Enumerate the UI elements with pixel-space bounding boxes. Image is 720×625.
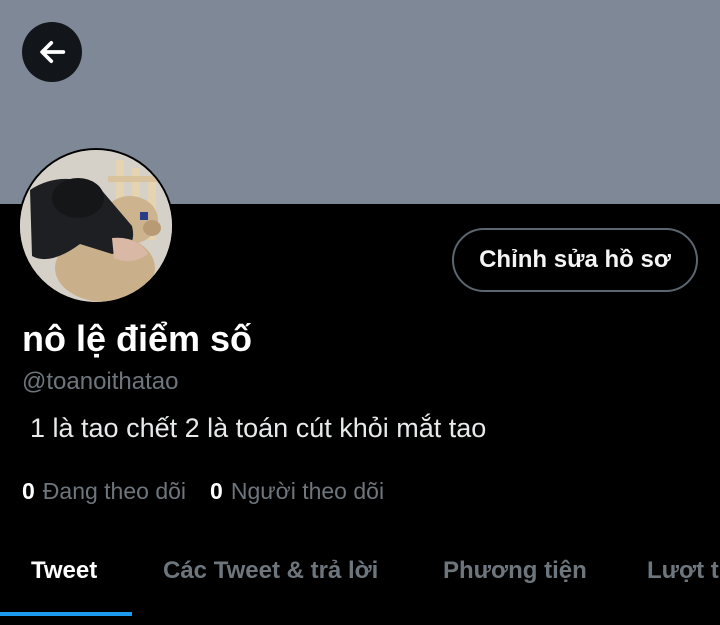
profile-bio: 1 là tao chết 2 là toán cút khỏi mắt tao <box>30 413 487 443</box>
tab-tweets[interactable]: Tweet <box>31 557 97 585</box>
profile-page: Chỉnh sửa hồ sơ nô lệ điểm số @toanoitha… <box>0 0 720 625</box>
tab-media[interactable]: Phương tiện <box>443 557 587 585</box>
following-label: Đang theo dõi <box>42 478 187 504</box>
profile-tabs: Tweet Các Tweet & trả lời Phương tiện Lư… <box>0 540 720 625</box>
tab-tweets-and-replies[interactable]: Các Tweet & trả lời <box>163 557 378 585</box>
following-count: 0 <box>22 478 35 504</box>
avatar[interactable] <box>18 148 174 304</box>
follow-stats: 0 Đang theo dõi 0 Người theo dõi <box>22 478 384 505</box>
active-tab-indicator <box>0 612 132 616</box>
profile-handle: @toanoithatao <box>22 368 179 395</box>
followers-count: 0 <box>210 478 223 504</box>
profile-display-name: nô lệ điểm số <box>22 318 253 359</box>
followers-link[interactable]: 0 Người theo dõi <box>210 478 384 505</box>
followers-label: Người theo dõi <box>230 478 385 504</box>
back-button[interactable] <box>22 22 82 82</box>
edit-profile-button[interactable]: Chỉnh sửa hồ sơ <box>452 228 698 292</box>
avatar-image <box>20 150 172 302</box>
arrow-left-icon <box>40 40 66 64</box>
following-link[interactable]: 0 Đang theo dõi <box>22 478 186 505</box>
tab-likes[interactable]: Lượt thích <box>647 557 720 585</box>
